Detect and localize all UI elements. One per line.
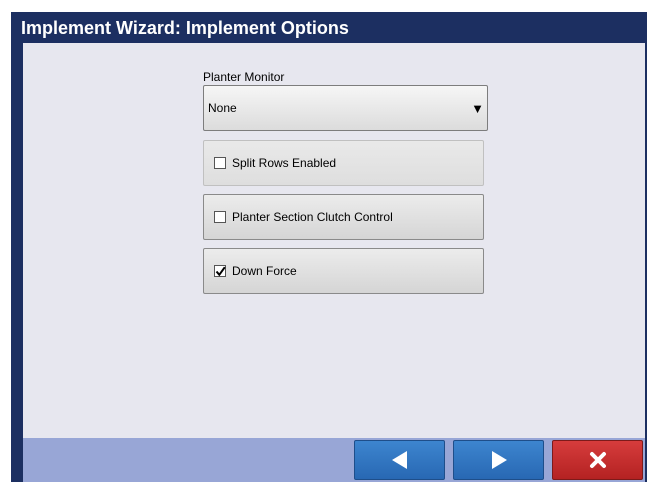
planter-monitor-dropdown[interactable]: None ▼ (203, 85, 488, 131)
planter-monitor-label: Planter Monitor (203, 70, 285, 84)
planter-section-clutch-checkbox[interactable] (214, 211, 226, 223)
cancel-button[interactable] (552, 440, 643, 480)
wizard-footer (23, 438, 645, 482)
checkmark-icon (215, 266, 226, 277)
down-force-label: Down Force (232, 264, 297, 278)
split-rows-checkbox[interactable] (214, 157, 226, 169)
content-panel: Planter Monitor None ▼ Split Rows Enable… (23, 43, 645, 438)
next-button[interactable] (453, 440, 544, 480)
back-button[interactable] (354, 440, 445, 480)
back-arrow-icon (391, 451, 407, 469)
split-rows-enabled-option[interactable]: Split Rows Enabled (203, 140, 484, 186)
wizard-window: Implement Wizard: Implement Options Plan… (11, 12, 647, 482)
forward-arrow-icon (491, 451, 507, 469)
down-force-option[interactable]: Down Force (203, 248, 484, 294)
window-title: Implement Wizard: Implement Options (11, 12, 647, 44)
close-icon (589, 452, 606, 468)
dropdown-arrow-icon: ▼ (471, 101, 484, 116)
planter-section-clutch-label: Planter Section Clutch Control (232, 210, 393, 224)
split-rows-label: Split Rows Enabled (232, 156, 337, 170)
down-force-checkbox[interactable] (214, 265, 226, 277)
planter-monitor-selected-value: None (208, 101, 237, 115)
planter-section-clutch-control-option[interactable]: Planter Section Clutch Control (203, 194, 484, 240)
